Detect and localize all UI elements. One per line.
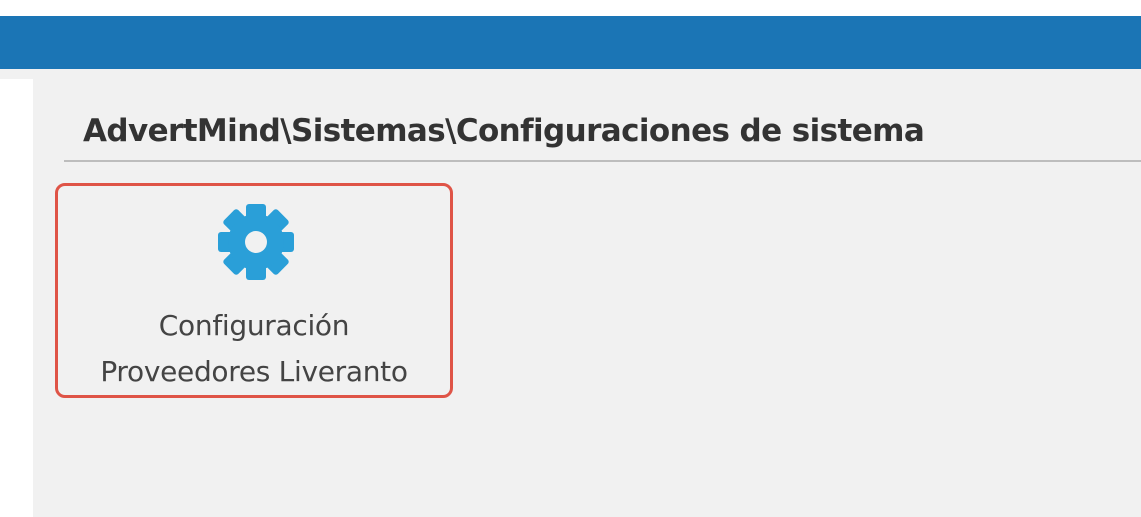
- left-sidebar: [0, 79, 33, 517]
- gear-icon: [215, 201, 297, 283]
- breadcrumb: AdvertMind\Sistemas\Configuraciones de s…: [83, 113, 925, 149]
- window-top-strip: [0, 0, 1141, 16]
- app-header-bar: [0, 16, 1141, 69]
- config-tile-proveedores-liveranto[interactable]: Configuración Proveedores Liveranto: [55, 183, 453, 398]
- breadcrumb-divider: [64, 160, 1141, 162]
- tile-label-line1: Configuración: [158, 309, 350, 342]
- tile-label-line2: Proveedores Liveranto: [100, 355, 408, 388]
- main-content: AdvertMind\Sistemas\Configuraciones de s…: [33, 79, 1141, 517]
- tile-label: Configuración Proveedores Liveranto: [58, 303, 450, 395]
- header-gap: [0, 69, 1141, 79]
